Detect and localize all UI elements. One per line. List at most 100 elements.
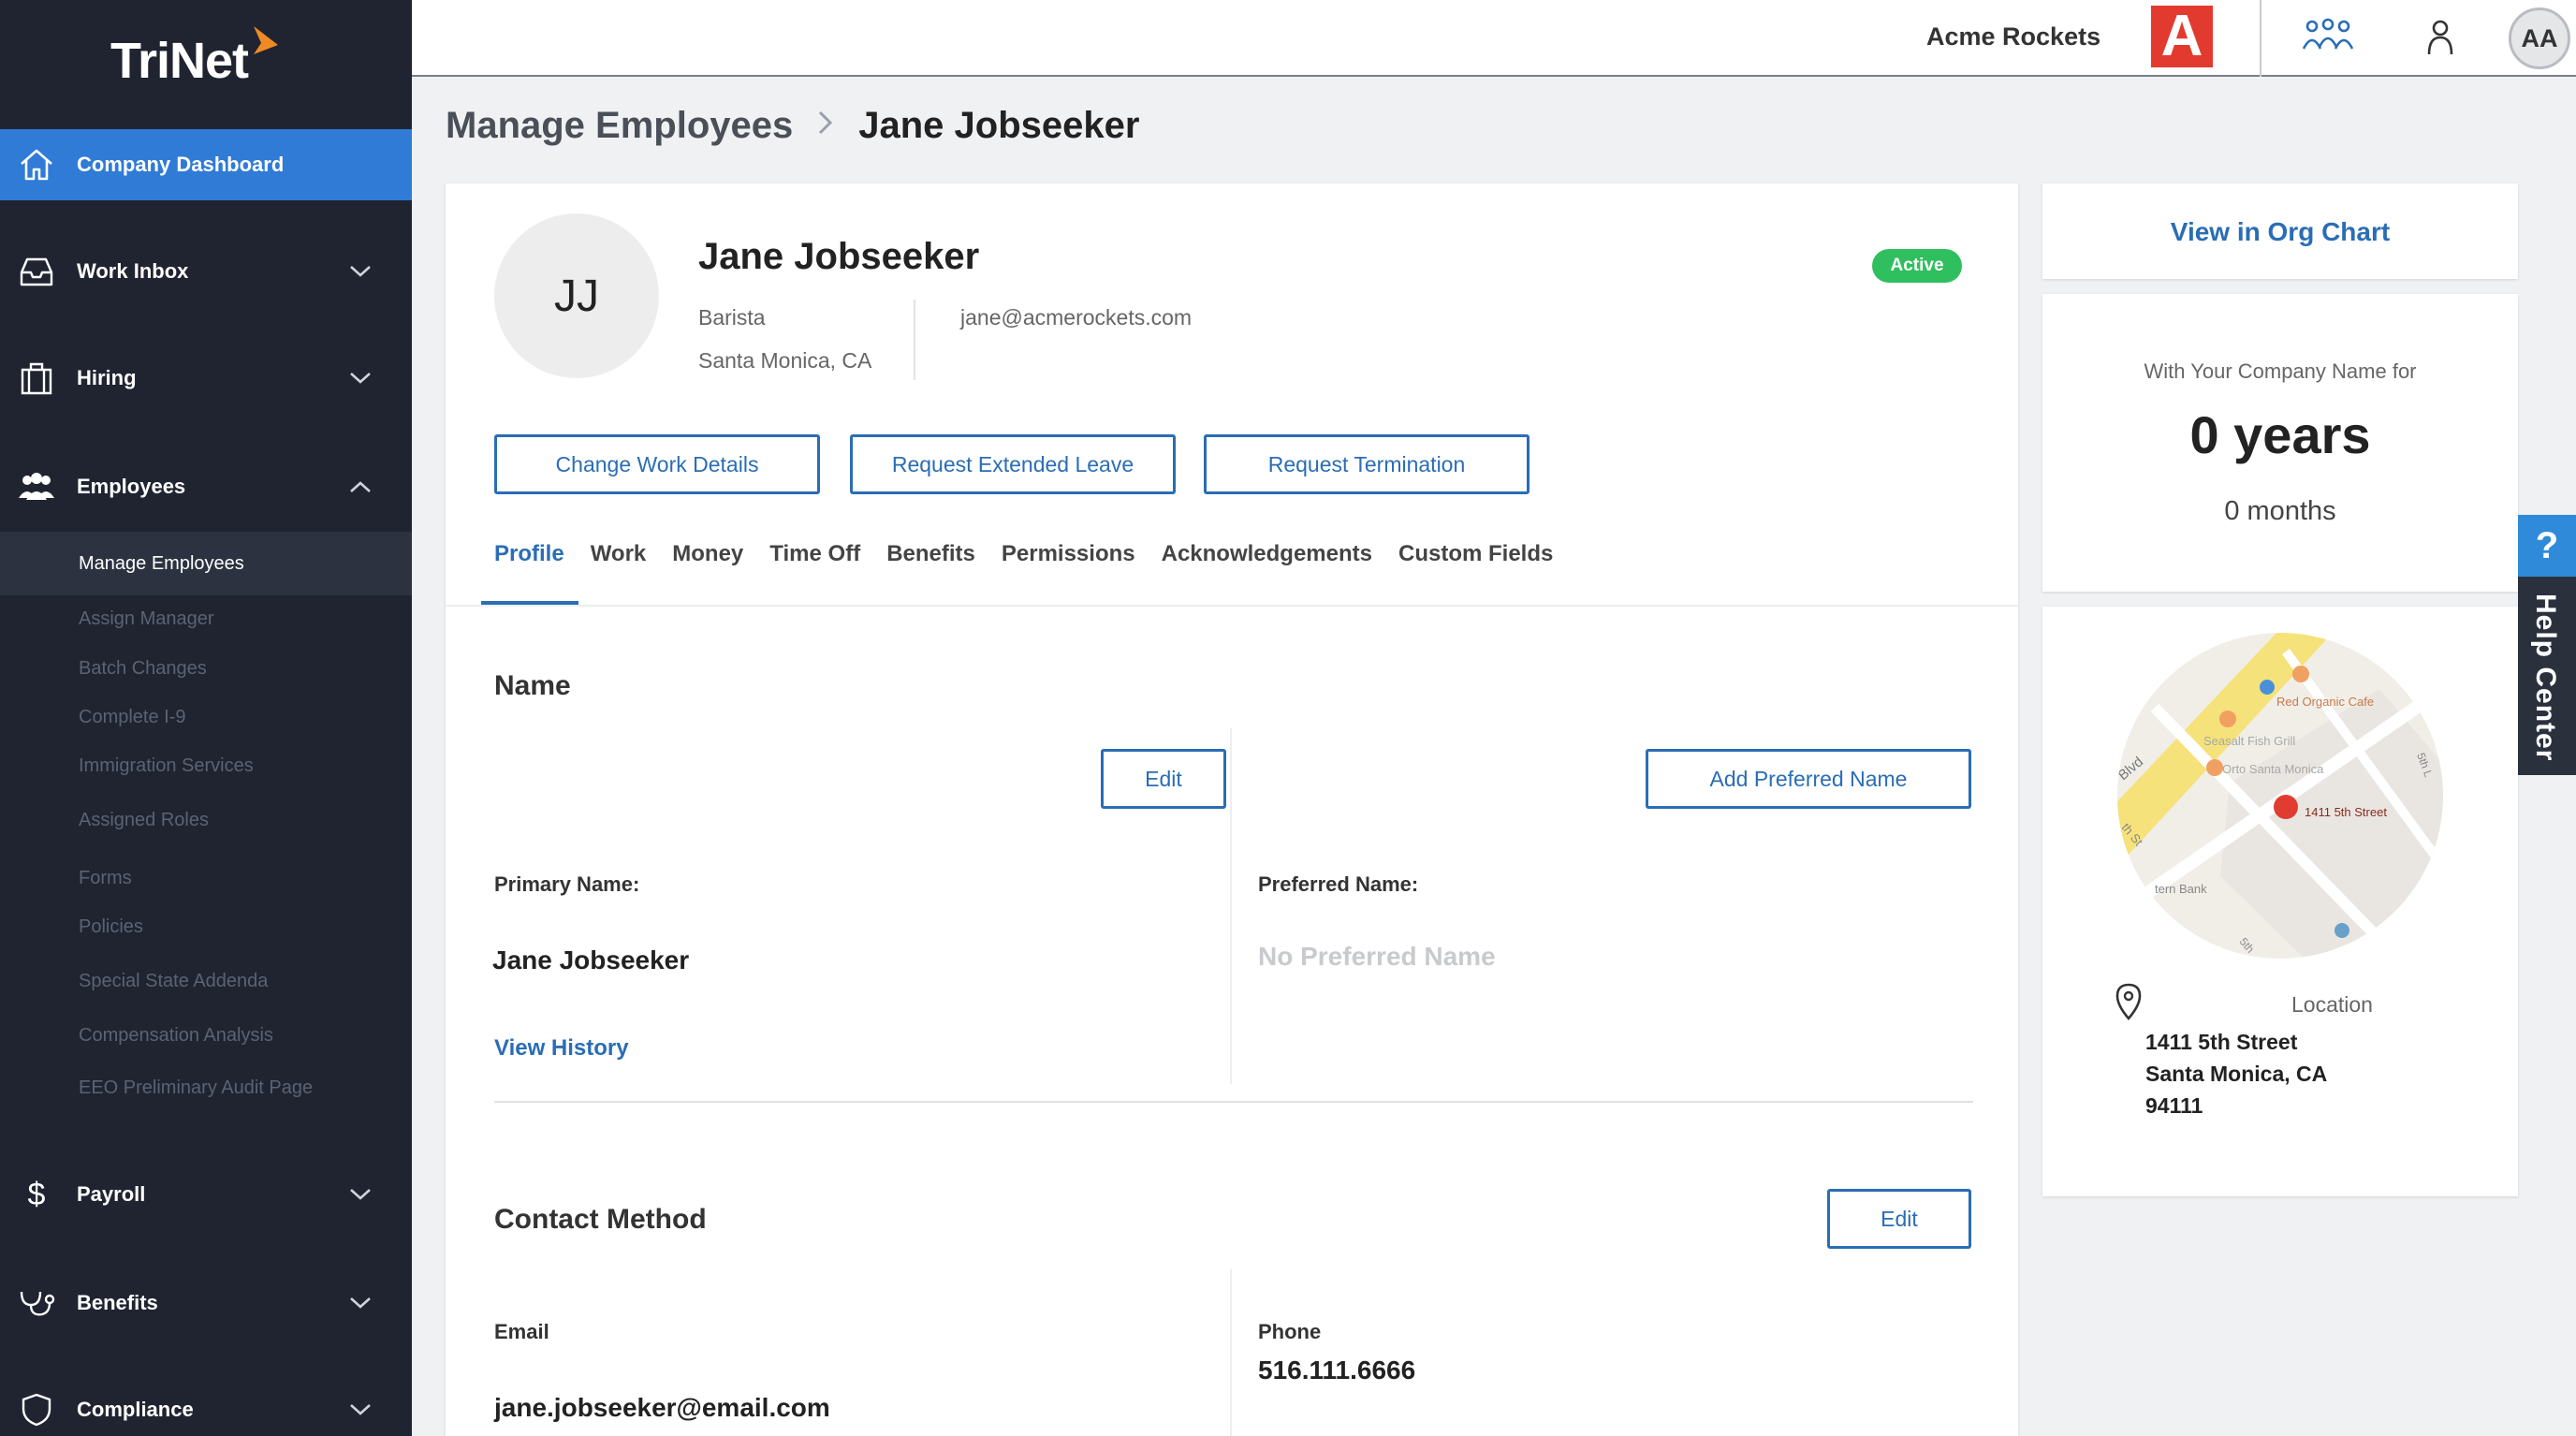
- help-question-icon: ?: [2518, 515, 2576, 577]
- sidebar-item-label: Benefits: [77, 1291, 158, 1314]
- change-work-details-button[interactable]: Change Work Details: [494, 434, 820, 494]
- section-divider: [494, 1101, 1973, 1103]
- people-icon: [17, 467, 56, 506]
- trinet-logo[interactable]: TriNet: [110, 26, 282, 90]
- tab-profile[interactable]: Profile: [494, 541, 564, 579]
- sidebar-subitem-assign-manager[interactable]: Assign Manager: [0, 600, 412, 637]
- map-label-orto: Orto Santa Monica: [2222, 762, 2324, 776]
- preferred-name-value: No Preferred Name: [1258, 942, 1496, 971]
- sidebar-subitem-complete-i9[interactable]: Complete I-9: [0, 698, 412, 736]
- sidebar-subitem-compensation-analysis[interactable]: Compensation Analysis: [0, 1017, 412, 1054]
- topbar-divider: [2260, 0, 2261, 77]
- email-value: jane.jobseeker@email.com: [494, 1393, 830, 1422]
- sidebar-subitem-forms[interactable]: Forms: [0, 859, 412, 897]
- map-label-red-organic: Red Organic Cafe: [2276, 695, 2374, 709]
- chevron-down-icon: [346, 1180, 374, 1209]
- primary-name-label: Primary Name:: [494, 872, 640, 896]
- breadcrumb: Manage Employees Jane Jobseeker: [446, 105, 1139, 147]
- sidebar-subitem-eeo-audit[interactable]: EEO Preliminary Audit Page: [0, 1069, 412, 1106]
- preferred-name-label: Preferred Name:: [1258, 872, 1419, 896]
- user-avatar[interactable]: AA: [2509, 7, 2570, 69]
- view-history-link[interactable]: View History: [494, 1035, 629, 1062]
- chevron-down-icon: [346, 1396, 374, 1424]
- sidebar-item-company-dashboard[interactable]: Company Dashboard: [0, 129, 412, 200]
- tenure-card: With Your Company Name for 0 years 0 mon…: [2042, 294, 2518, 592]
- edit-contact-button[interactable]: Edit: [1827, 1189, 1971, 1249]
- column-divider: [1230, 1269, 1232, 1436]
- employee-location: Santa Monica, CA: [698, 348, 872, 373]
- tab-acknowledgements[interactable]: Acknowledgements: [1162, 541, 1372, 579]
- shield-icon: [17, 1390, 56, 1429]
- employee-profile-card: JJ Jane Jobseeker Barista Santa Monica, …: [446, 183, 2018, 1436]
- user-profile-icon[interactable]: [2424, 19, 2456, 61]
- location-map[interactable]: Red Organic Cafe Seasalt Fish Grill Orto…: [2117, 633, 2443, 959]
- address-line-1: 1411 5th Street: [2145, 1030, 2298, 1054]
- tab-work[interactable]: Work: [591, 541, 647, 579]
- add-preferred-name-button[interactable]: Add Preferred Name: [1646, 749, 1971, 809]
- tab-benefits[interactable]: Benefits: [886, 541, 975, 579]
- sidebar-item-employees[interactable]: Employees: [0, 451, 412, 522]
- sidebar-subitem-batch-changes[interactable]: Batch Changes: [0, 650, 412, 687]
- request-extended-leave-button[interactable]: Request Extended Leave: [850, 434, 1176, 494]
- sidebar-item-hiring[interactable]: Hiring: [0, 343, 412, 414]
- status-badge: Active: [1872, 249, 1962, 283]
- sidebar-item-payroll[interactable]: $ Payroll: [0, 1159, 412, 1230]
- sidebar-subitem-policies[interactable]: Policies: [0, 908, 412, 945]
- primary-name-value: Jane Jobseeker: [492, 945, 690, 974]
- sidebar: TriNet Company Dashboard Work Inbox Hiri…: [0, 0, 412, 1436]
- location-pin-icon: [2115, 983, 2142, 1025]
- help-center-label: Help Center: [2530, 593, 2561, 762]
- tab-custom-fields[interactable]: Custom Fields: [1398, 541, 1553, 579]
- inbox-icon: [17, 252, 56, 291]
- address-line-2: Santa Monica, CA: [2145, 1062, 2328, 1086]
- view-org-chart-link[interactable]: View in Org Chart: [2042, 217, 2518, 247]
- sidebar-subitem-assigned-roles[interactable]: Assigned Roles: [0, 801, 412, 839]
- logo-arrow-icon: [254, 26, 279, 54]
- tab-permissions[interactable]: Permissions: [1002, 541, 1135, 579]
- sidebar-item-work-inbox[interactable]: Work Inbox: [0, 236, 412, 307]
- map-label-seasalt: Seasalt Fish Grill: [2203, 734, 2295, 748]
- sidebar-subitem-immigration-services[interactable]: Immigration Services: [0, 747, 412, 784]
- logo-text: TriNet: [110, 33, 249, 89]
- location-card: Red Organic Cafe Seasalt Fish Grill Orto…: [2042, 607, 2518, 1196]
- request-termination-button[interactable]: Request Termination: [1204, 434, 1530, 494]
- sidebar-item-label: Company Dashboard: [77, 153, 285, 176]
- breadcrumb-current: Jane Jobseeker: [858, 105, 1140, 146]
- help-center-tab[interactable]: ? Help Center: [2518, 515, 2576, 775]
- header-divider: [914, 300, 915, 380]
- sidebar-subitem-manage-employees[interactable]: Manage Employees: [0, 532, 412, 595]
- breadcrumb-parent-link[interactable]: Manage Employees: [446, 105, 793, 147]
- employee-title: Barista: [698, 305, 766, 330]
- sidebar-item-label: Work Inbox: [77, 259, 189, 283]
- top-bar: Acme Rockets A AA: [412, 0, 2576, 77]
- column-divider: [1230, 728, 1232, 1084]
- chevron-right-icon: [817, 108, 834, 144]
- company-logo[interactable]: A: [2151, 6, 2213, 67]
- contact-method-title: Contact Method: [494, 1204, 707, 1235]
- briefcase-icon: [17, 359, 56, 398]
- phone-label: Phone: [1258, 1320, 1322, 1343]
- phone-value: 516.111.6666: [1258, 1355, 1416, 1385]
- edit-name-button[interactable]: Edit: [1101, 749, 1226, 809]
- chevron-down-icon: [346, 364, 374, 392]
- team-icon[interactable]: [2301, 17, 2355, 59]
- sidebar-item-compliance[interactable]: Compliance: [0, 1374, 412, 1436]
- employee-email: jane@acmerockets.com: [960, 305, 1193, 330]
- company-name: Acme Rockets: [1926, 22, 2101, 51]
- home-icon: [17, 145, 56, 184]
- map-label-address: 1411 5th Street: [2305, 805, 2387, 819]
- tenure-months: 0 months: [2224, 496, 2336, 526]
- employee-name: Jane Jobseeker: [698, 236, 980, 277]
- chevron-down-icon: [346, 257, 374, 286]
- location-label: Location: [2291, 992, 2373, 1017]
- name-section-title: Name: [494, 670, 571, 701]
- sidebar-subitem-special-state-addenda[interactable]: Special State Addenda: [0, 962, 412, 1000]
- stethoscope-icon: [17, 1283, 56, 1323]
- map-label-bank: tern Bank: [2155, 882, 2207, 896]
- sidebar-item-label: Payroll: [77, 1182, 146, 1206]
- email-label: Email: [494, 1320, 549, 1343]
- tab-time-off[interactable]: Time Off: [769, 541, 860, 579]
- tab-money[interactable]: Money: [672, 541, 743, 579]
- sidebar-item-benefits[interactable]: Benefits: [0, 1267, 412, 1339]
- sidebar-item-label: Compliance: [77, 1398, 194, 1421]
